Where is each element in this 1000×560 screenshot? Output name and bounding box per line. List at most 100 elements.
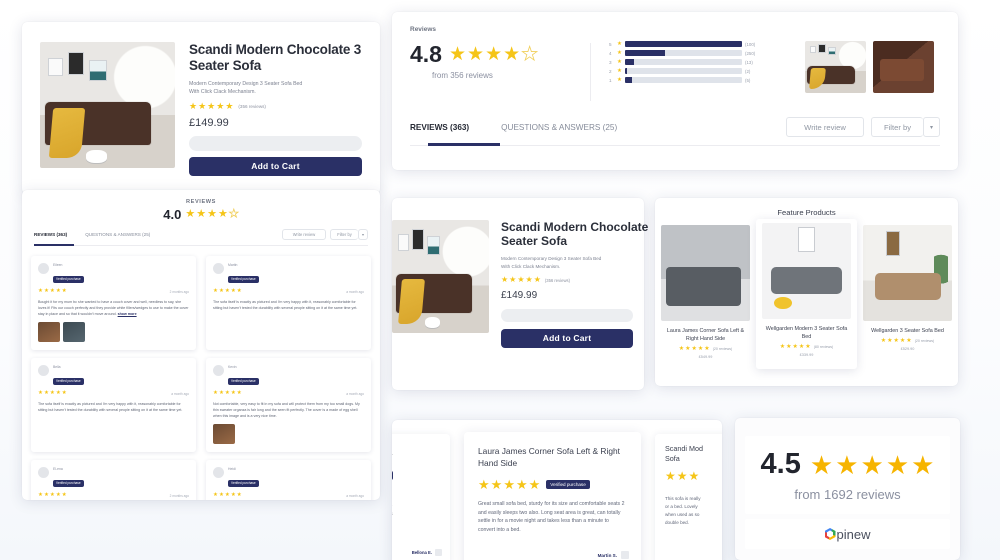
histogram-track <box>624 59 742 65</box>
ratings-histogram: 5 ★ (100) 4 ★ (250) 3 ★ (13) 2 ★ (2) 1 ★ (5) <box>609 41 761 101</box>
feature-product-image[interactable] <box>762 223 851 319</box>
chevron-down-icon-left[interactable]: ▾ <box>358 229 368 240</box>
review-photo[interactable] <box>213 424 235 445</box>
review-thumbnail-1[interactable] <box>805 41 866 93</box>
star-icon: ★ <box>617 68 622 74</box>
chevron-down-icon[interactable]: ▾ <box>923 117 940 137</box>
tab-qa-left[interactable]: QUESTIONS & ANSWERS (25) <box>85 232 150 237</box>
reviews-list-widget: REVIEWS 4.0 ★ ★ ★ ★ ★ REVIEWS (363) QUESTION… <box>22 190 380 500</box>
carousel-card-right[interactable]: Scandi Mod Sofa ★ ★ ★ This sofa is really … <box>655 434 722 560</box>
feature-product-stars: ★ ★ ★ ★ ★ <box>880 338 912 344</box>
review-date: a month ago <box>171 391 189 396</box>
filter-by-control-left[interactable]: Filter by ▾ <box>330 229 368 240</box>
product-image-top[interactable] <box>40 42 175 168</box>
show-more-link[interactable]: show more <box>118 312 137 316</box>
histogram-row[interactable]: 1 ★ (5) <box>609 77 761 83</box>
review-date: a month ago <box>346 493 364 498</box>
review-card[interactable]: Martin Verified purchase ★ ★ ★ ★ ★ a month ago T… <box>206 256 371 351</box>
histogram-row[interactable]: 3 ★ (13) <box>609 59 761 65</box>
product-image-mid[interactable] <box>392 220 489 333</box>
histogram-fill <box>624 68 628 74</box>
verified-purchase-badge: Verified purchase <box>53 275 84 283</box>
review-card[interactable]: Kevin Verified purchase ★ ★ ★ ★ ★ a month ago No… <box>206 358 371 453</box>
review-date: 2 months ago <box>169 289 189 294</box>
add-to-cart-button-top[interactable]: Add to Cart <box>189 157 362 176</box>
feature-product-price: £339.99 <box>799 353 814 357</box>
feature-product-image[interactable] <box>863 225 952 321</box>
carousel-left-badge: ed purchase <box>392 471 394 480</box>
reviews-panel-heading: Reviews <box>410 26 437 33</box>
verified-purchase-badge: Verified purchase <box>228 275 259 283</box>
review-photo-thumbnails <box>805 41 934 101</box>
histogram-star-label: 1 <box>609 77 612 83</box>
verified-purchase-badge: Verified purchase <box>53 479 84 487</box>
product-title-top: Scandi Modern Chocolate 3 Seater Sofa <box>189 42 362 73</box>
review-card[interactable]: HeidiVerified purchase★★★★★a month agoTh… <box>206 460 371 500</box>
feature-products-panel: Feature Products Laura James Corner Sofa… <box>655 198 958 386</box>
histogram-track <box>624 68 742 74</box>
carousel-card-left[interactable]: ater Sofa ed purchase great service eliv… <box>392 434 450 560</box>
opinew-brand-row[interactable]: pinew <box>745 519 950 549</box>
tab-active-indicator <box>428 143 500 146</box>
review-thumbnail-2[interactable] <box>873 41 934 93</box>
review-author: Martin <box>228 263 238 267</box>
histogram-row[interactable]: 4 ★ (250) <box>609 50 761 56</box>
avatar <box>213 467 224 479</box>
review-stars: ★ ★ ★ ★ ★ <box>213 288 242 294</box>
tab-reviews[interactable]: REVIEWS (363) <box>410 123 469 140</box>
feature-product-image[interactable] <box>661 225 750 321</box>
write-review-button-left[interactable]: Write review <box>282 229 326 240</box>
avatar <box>38 467 49 479</box>
histogram-star-label: 4 <box>609 50 612 56</box>
feature-product-price: £529.90 <box>900 347 915 351</box>
review-photo[interactable] <box>63 322 85 343</box>
histogram-fill <box>624 41 742 47</box>
histogram-row[interactable]: 5 ★ (100) <box>609 41 761 47</box>
tab-active-indicator-left <box>34 244 74 246</box>
review-card[interactable]: Bella Verified purchase ★ ★ ★ ★ ★ a month ago Th… <box>31 358 196 453</box>
product-review-count-mid: (356 reviews) <box>544 277 570 283</box>
filter-by-control[interactable]: Filter by ▾ <box>871 117 940 137</box>
write-review-button[interactable]: Write review <box>786 117 864 137</box>
product-review-count-top: (356 reviews) <box>238 104 266 109</box>
review-body: Not comfortable, very easy to fit in my … <box>213 401 360 419</box>
variant-select-top[interactable] <box>189 136 362 151</box>
add-to-cart-button-mid[interactable]: Add to Cart <box>501 329 633 348</box>
carousel-right-stars: ★ ★ ★ <box>665 469 700 483</box>
feature-product-card[interactable]: Wellgarden Modern 3 Seater Sofa Bed ★ ★ ★ ★ ★… <box>756 219 857 369</box>
review-card[interactable]: El-ena Verified purchase ★ ★ ★ ★ ★ 2 months ago… <box>31 460 196 500</box>
review-stars: ★ ★ ★ ★ ★ <box>38 288 67 294</box>
review-card[interactable]: Eileen Verified purchase ★ ★ ★ ★ ★ 2 months ago… <box>31 256 196 351</box>
review-stars: ★ ★ ★ ★ ★ <box>213 390 242 397</box>
feature-product-title: Wellgarden 3 Seater Sofa Bed <box>871 328 944 334</box>
feature-product-card[interactable]: Wellgarden 3 Seater Sofa Bed ★ ★ ★ ★ ★ (20 rev… <box>857 225 958 351</box>
filter-by-label[interactable]: Filter by <box>871 117 923 137</box>
review-stars: ★ ★ ★ ★ ★ <box>213 492 242 499</box>
opinew-score-block: 4.5 ★ ★ ★ ★ ★ from 1692 reviews <box>745 436 950 514</box>
review-photo[interactable] <box>38 322 60 343</box>
carousel-right-title-2: Sofa <box>665 454 680 463</box>
histogram-count: (100) <box>745 41 756 47</box>
feature-product-price: £549.99 <box>698 355 713 359</box>
coffee-cup-decor <box>85 150 108 163</box>
product-card-mid: Scandi Modern Chocolate Seater Sofa Mode… <box>392 198 648 390</box>
star-icon: ★ <box>617 41 622 47</box>
filter-by-label-left[interactable]: Filter by <box>330 229 358 240</box>
reviews-list-stars: ★ ★ ★ ★ ★ <box>185 208 239 220</box>
wall-art-decor-mid <box>397 229 452 265</box>
carousel-left-author: Bellona E. <box>411 550 432 555</box>
review-photo-row <box>213 424 364 445</box>
histogram-count: (250) <box>745 50 756 56</box>
product-price-mid: £149.99 <box>501 290 538 301</box>
histogram-row[interactable]: 2 ★ (2) <box>609 68 761 74</box>
carousel-card-center[interactable]: Laura James Corner Sofa Left & Right Han… <box>464 432 641 560</box>
feature-product-card[interactable]: Laura James Corner Sofa Left & Right Han… <box>655 225 756 359</box>
variant-select-mid[interactable] <box>501 309 633 322</box>
tab-reviews-left[interactable]: REVIEWS (363) <box>34 232 67 242</box>
carousel-center-badge: Verified purchase <box>546 480 590 489</box>
feature-products-heading: Feature Products <box>777 208 836 217</box>
tab-questions-answers[interactable]: QUESTIONS & ANSWERS (25) <box>501 123 617 132</box>
product-subtitle-line1: Modern Contemporary Design 3 Seater Sofa… <box>189 81 303 87</box>
carousel-center-author: Martin S. <box>597 552 617 558</box>
product-subtitle-mid-line1: Modern Contemporary Design 3 Seater Sofa… <box>501 256 602 261</box>
